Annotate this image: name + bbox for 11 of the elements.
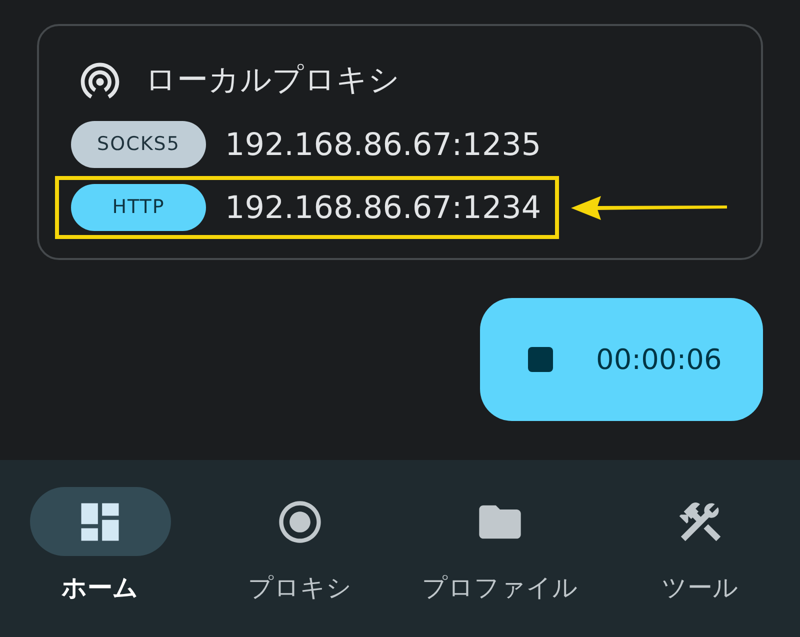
stop-icon	[528, 347, 553, 372]
stop-timer-button[interactable]: 00:00:06	[480, 298, 763, 421]
proxy-address: 192.168.86.67:1234	[225, 188, 542, 228]
card-title: ローカルプロキシ	[145, 61, 400, 100]
protocol-badge: HTTP	[71, 184, 206, 231]
nav-tab[interactable]: ホーム	[0, 487, 200, 637]
proxy-address: 192.168.86.67:1235	[225, 126, 542, 164]
protocol-badge: SOCKS5	[71, 121, 206, 168]
nav-tab[interactable]: プロファイル	[400, 487, 600, 637]
nav-tab[interactable]: ツール	[600, 487, 800, 637]
nav-tab[interactable]: プロキシ	[200, 487, 400, 637]
